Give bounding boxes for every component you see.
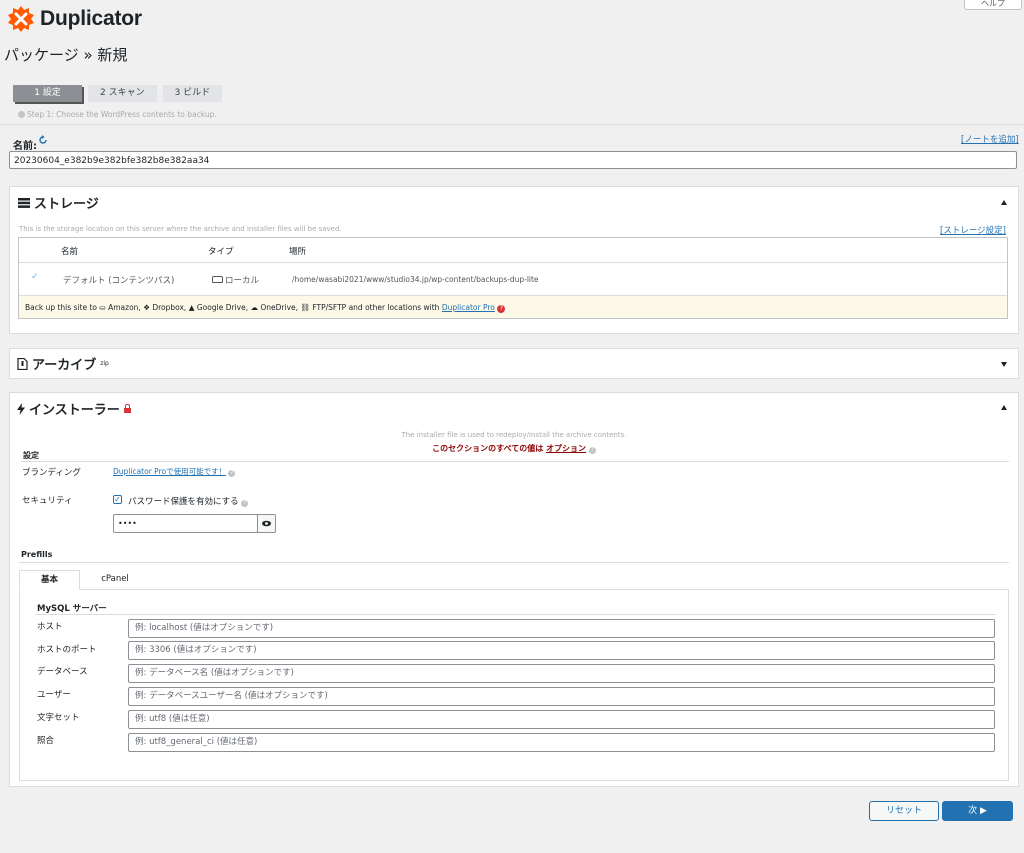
google-drive-icon: ▲ bbox=[188, 303, 195, 312]
branding-label: ブランディング bbox=[22, 468, 81, 478]
help-button[interactable]: ヘルプ bbox=[964, 0, 1022, 10]
installer-header[interactable]: インストーラー bbox=[17, 399, 131, 418]
page-title: パッケージ » 新規 bbox=[4, 46, 128, 64]
storage-row-type: ローカル bbox=[212, 274, 259, 286]
charset-input[interactable]: 例: utf8 (値は任意) bbox=[128, 710, 995, 729]
storage-description: This is the storage location on this ser… bbox=[19, 225, 342, 233]
help-icon[interactable]: ? bbox=[588, 447, 596, 454]
database-label: データベース bbox=[37, 667, 88, 677]
amazon-icon: ⛀ bbox=[99, 303, 106, 312]
show-password-button[interactable] bbox=[257, 514, 276, 533]
duplicator-logo-icon bbox=[8, 6, 34, 32]
duplicator-pro-link[interactable]: Duplicator Pro bbox=[442, 303, 495, 312]
col-header-location: 場所 bbox=[289, 247, 307, 257]
duplicator-logo: Duplicator bbox=[6, 4, 142, 34]
expand-archive-icon[interactable] bbox=[1001, 362, 1007, 367]
drive-icon bbox=[212, 276, 223, 283]
bolt-icon bbox=[17, 402, 25, 415]
collapse-storage-icon[interactable] bbox=[1001, 200, 1007, 205]
archive-zip-badge: zip bbox=[100, 360, 109, 367]
settings-divider bbox=[21, 461, 1009, 462]
tab-cpanel[interactable]: cPanel bbox=[85, 570, 145, 590]
branding-pro-link[interactable]: Duplicator Proで使用可能です！ bbox=[113, 467, 226, 476]
user-input[interactable]: 例: データベースユーザー名 (値はオプションです) bbox=[128, 687, 995, 706]
host-input[interactable]: 例: localhost (値はオプションです) bbox=[128, 619, 995, 638]
optional-link[interactable]: オプション bbox=[546, 444, 586, 453]
wizard-steps: 1 設定 2 スキャン 3 ビルド bbox=[13, 85, 223, 102]
user-label: ユーザー bbox=[37, 690, 71, 700]
step-description: Step 1: Choose the WordPress contents to… bbox=[18, 110, 217, 119]
add-note-link[interactable]: [ノートを追加] bbox=[961, 133, 1019, 145]
help-icon[interactable]: ? bbox=[228, 470, 236, 477]
mysql-divider bbox=[35, 614, 996, 615]
password-protect-checkbox[interactable]: ✓ bbox=[113, 495, 122, 504]
dropbox-icon: ❖ bbox=[143, 303, 150, 312]
reset-button[interactable]: リセット bbox=[869, 801, 939, 821]
password-protect-label: パスワード保護を有効にする ? bbox=[128, 495, 249, 507]
storage-row-name: デフォルト (コンテンツパス) bbox=[63, 276, 175, 286]
storage-title: ストレージ bbox=[34, 197, 99, 212]
prefills-heading: Prefills bbox=[21, 550, 53, 559]
col-header-type: タイプ bbox=[208, 247, 234, 257]
help-icon[interactable]: ? bbox=[241, 500, 249, 507]
next-button[interactable]: 次 ▶ bbox=[942, 801, 1013, 821]
archive-title: アーカイブ bbox=[32, 358, 97, 373]
refresh-icon[interactable] bbox=[38, 135, 48, 148]
name-label: 名前: bbox=[13, 141, 37, 152]
lock-icon bbox=[123, 404, 131, 413]
storage-icon bbox=[18, 197, 30, 208]
package-name-input[interactable]: 20230604_e382b9e382bfe382b8e382aa34 bbox=[9, 151, 1017, 169]
divider bbox=[0, 124, 1024, 125]
installer-title: インストーラー bbox=[29, 403, 120, 418]
table-divider bbox=[19, 262, 1007, 263]
archive-header[interactable]: アーカイブ zip bbox=[17, 354, 109, 373]
optional-notice: このセクションのすべての値は オプション ? bbox=[0, 443, 1024, 454]
step-build: 3 ビルド bbox=[162, 85, 223, 102]
database-input[interactable]: 例: データベース名 (値はオプションです) bbox=[128, 664, 995, 683]
brand-name: Duplicator bbox=[40, 7, 142, 30]
onedrive-icon: ☁ bbox=[250, 303, 258, 312]
ftp-icon: ⛓ bbox=[300, 303, 310, 312]
step-scan: 2 スキャン bbox=[88, 85, 157, 102]
pro-notice: Back up this site to ⛀ Amazon, ❖ Dropbox… bbox=[19, 295, 1007, 318]
prefills-divider bbox=[19, 562, 1009, 563]
installer-info: The installer file is used to redeploy/i… bbox=[401, 431, 627, 439]
port-label: ホストのポート bbox=[37, 645, 97, 655]
col-header-name: 名前 bbox=[61, 247, 79, 257]
storage-settings-link[interactable]: [ストレージ設定] bbox=[940, 224, 1006, 236]
archive-panel bbox=[9, 348, 1019, 379]
settings-heading: 設定 bbox=[23, 451, 39, 460]
collation-input[interactable]: 例: utf8_general_ci (値は任意) bbox=[128, 733, 995, 752]
tab-basic-content bbox=[19, 589, 1009, 781]
password-input[interactable]: •••• bbox=[113, 514, 258, 533]
check-icon: ✓ bbox=[31, 272, 39, 282]
eye-icon bbox=[262, 520, 271, 527]
storage-header[interactable]: ストレージ bbox=[18, 193, 99, 212]
tab-basic[interactable]: 基本 bbox=[19, 570, 80, 590]
branding-value: Duplicator Proで使用可能です！ ? bbox=[113, 466, 236, 477]
storage-row-location: /home/wasabi2021/www/studio34.jp/wp-cont… bbox=[292, 275, 539, 284]
charset-label: 文字セット bbox=[37, 713, 80, 723]
mysql-heading: MySQL サーバー bbox=[37, 604, 107, 614]
wordpress-icon bbox=[18, 111, 25, 118]
help-icon[interactable]: ? bbox=[497, 305, 506, 313]
step-settings[interactable]: 1 設定 bbox=[13, 85, 82, 102]
security-label: セキュリティ bbox=[22, 496, 73, 506]
host-label: ホスト bbox=[37, 622, 63, 632]
archive-file-icon bbox=[17, 357, 28, 370]
port-input[interactable]: 例: 3306 (値はオプションです) bbox=[128, 641, 995, 660]
collation-label: 照合 bbox=[37, 736, 55, 746]
collapse-installer-icon[interactable] bbox=[1001, 405, 1007, 410]
